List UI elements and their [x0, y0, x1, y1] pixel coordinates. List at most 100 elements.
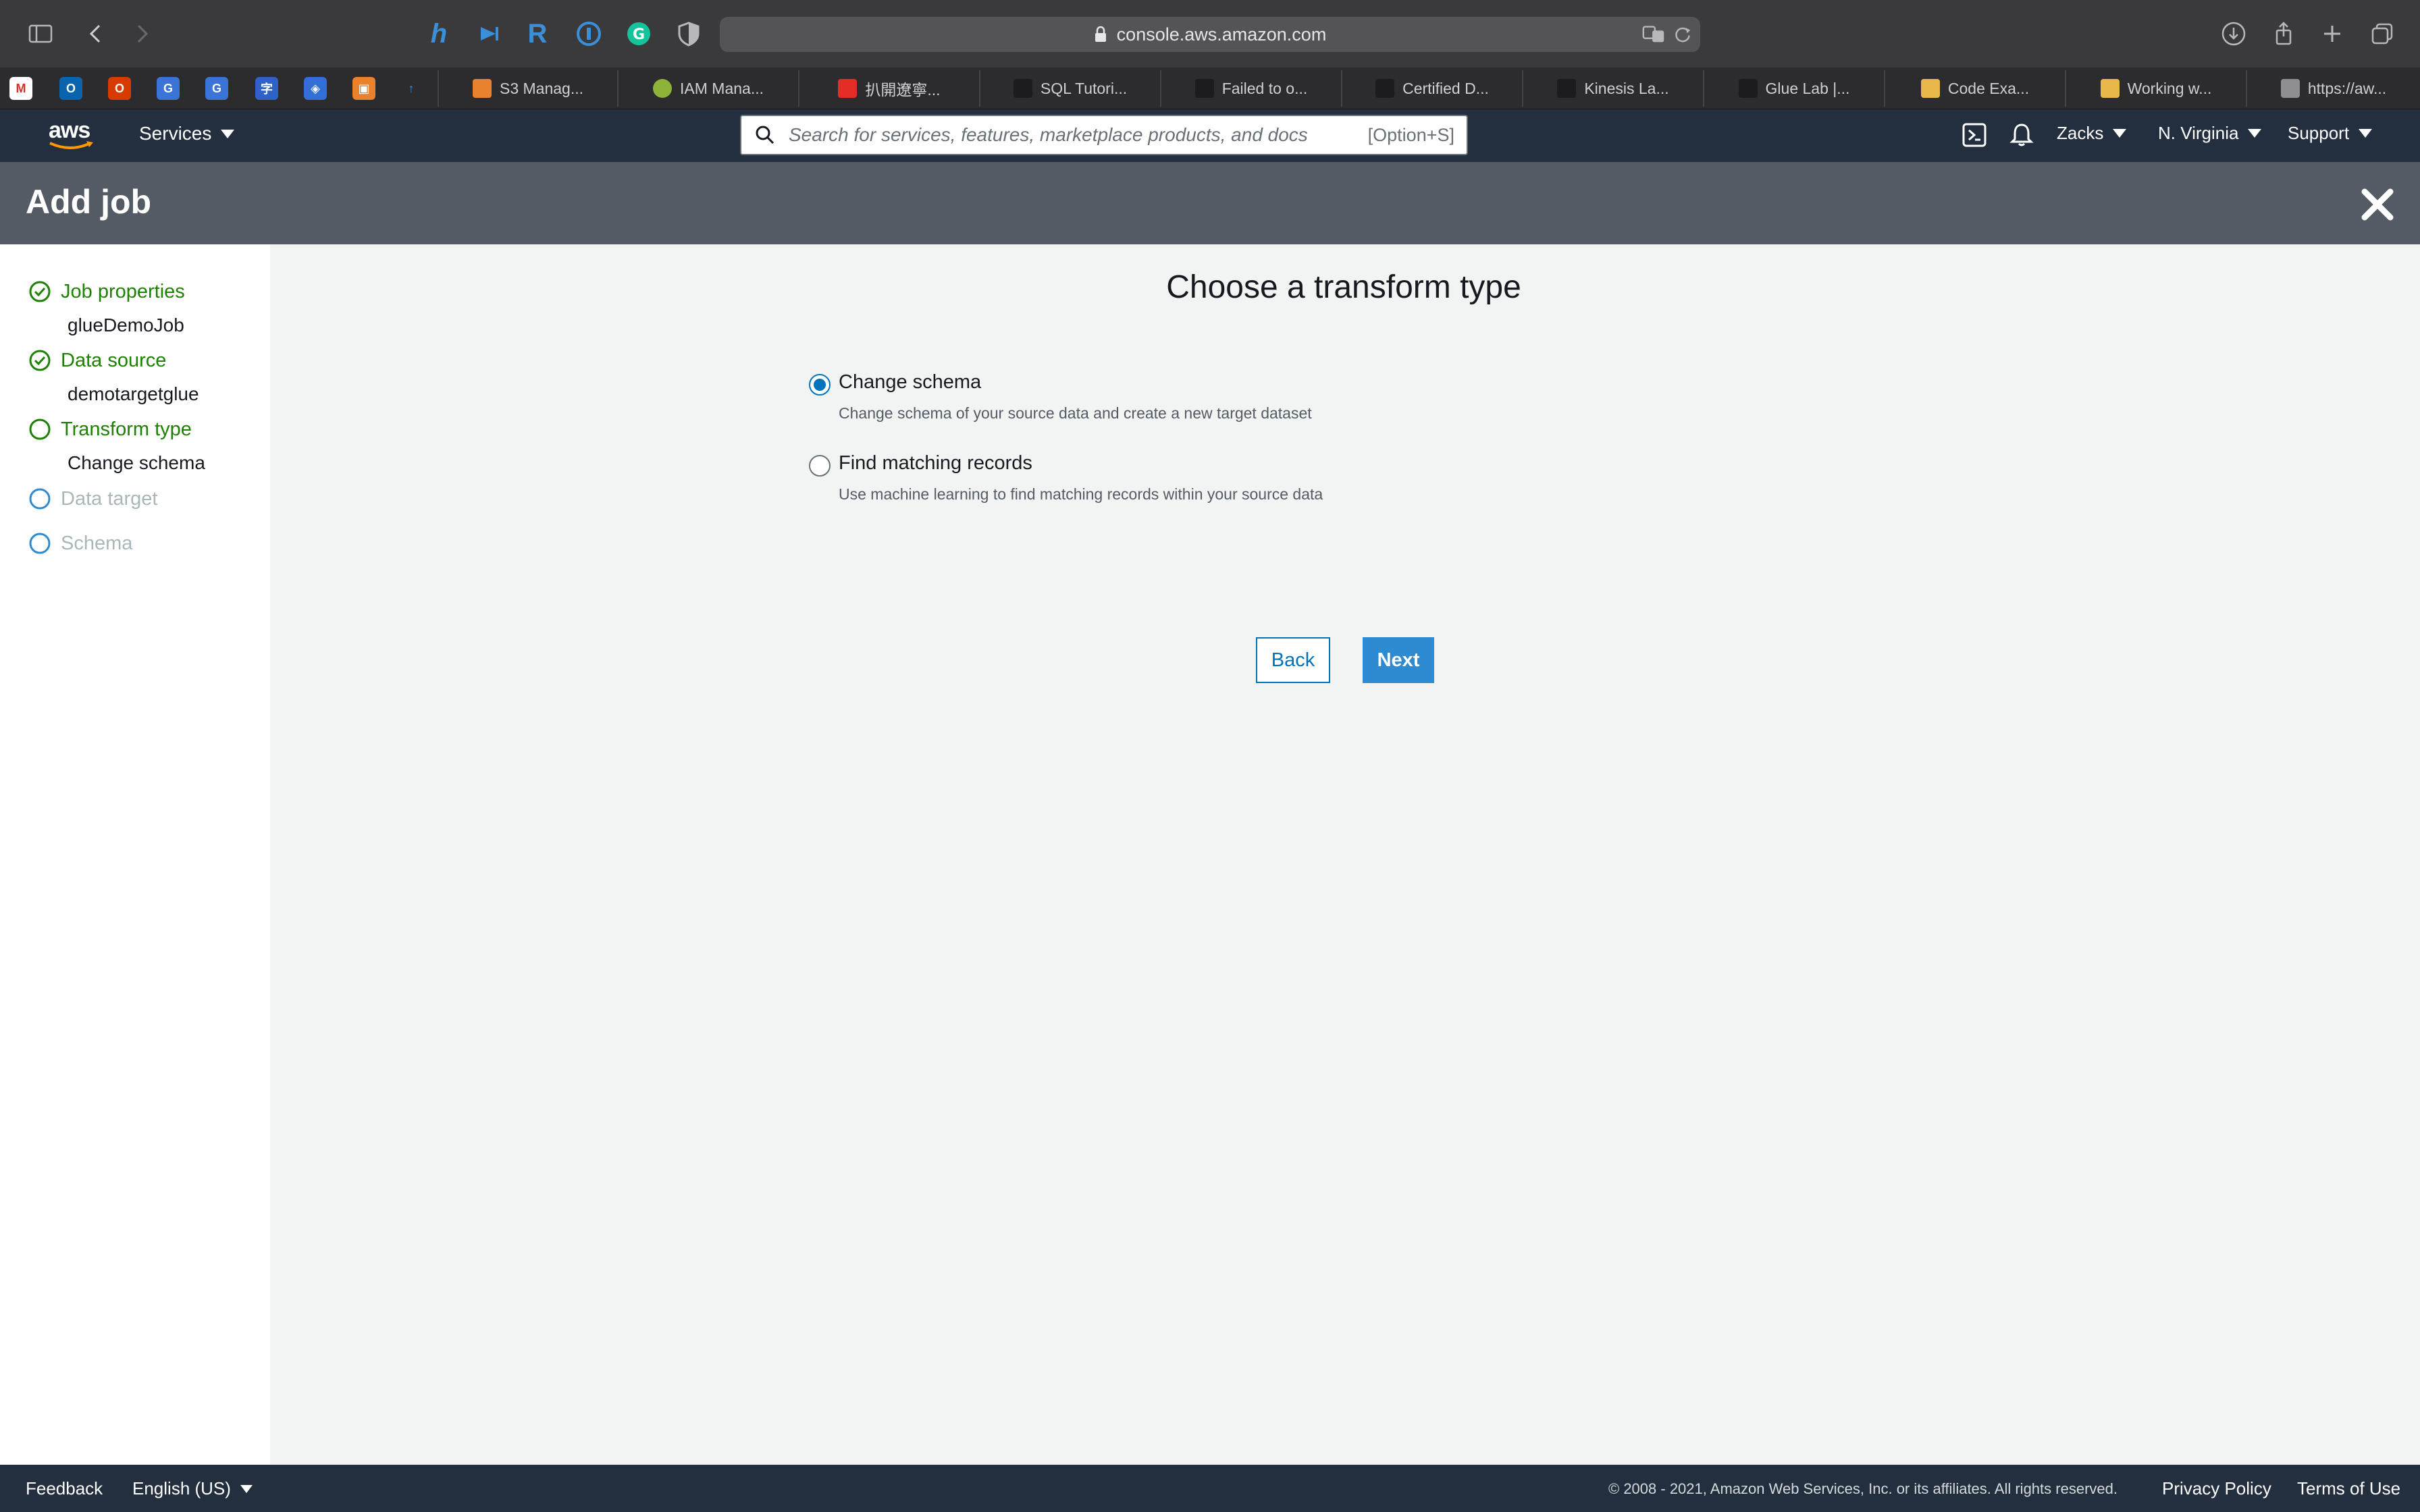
circle-icon [29, 488, 51, 510]
option-change-schema[interactable]: Change schema Change schema of your sour… [809, 371, 1312, 423]
account-menu[interactable]: Zacks [2057, 123, 2127, 144]
honey-extension-icon[interactable]: h [421, 16, 456, 51]
wizard-steps-sidebar: Job properties glueDemoJob Data source d… [0, 244, 270, 1465]
sidebar-toggle-icon[interactable] [22, 15, 59, 53]
sql-favicon-icon [1013, 79, 1032, 98]
step-label: Job properties [61, 280, 185, 302]
tab-label: IAM Mana... [680, 79, 764, 97]
forward-arrow-icon[interactable] [123, 15, 161, 53]
step-label: Data source [61, 349, 167, 371]
search-placeholder: Search for services, features, marketpla… [789, 124, 1308, 145]
new-tab-icon[interactable] [2313, 15, 2351, 53]
privacy-policy-link[interactable]: Privacy Policy [2162, 1478, 2271, 1499]
url-text: console.aws.amazon.com [1116, 24, 1327, 45]
tab-certified[interactable]: Certified D... [1341, 70, 1522, 107]
page-title: Add job [26, 183, 152, 221]
language-selector[interactable]: English (US) [132, 1478, 253, 1499]
step-value: demotargetglue [68, 383, 199, 404]
caret-down-icon [2359, 129, 2373, 138]
dictionary-icon[interactable]: 字 [255, 77, 278, 100]
option-label: Change schema [839, 371, 982, 393]
tab-s3[interactable]: S3 Manag... [438, 70, 617, 107]
circle-icon [29, 533, 51, 554]
tab-label: 扒開遼寧... [865, 81, 941, 99]
shield-icon[interactable] [671, 16, 706, 51]
outlook-icon[interactable]: O [59, 77, 82, 100]
language-label: English (US) [132, 1478, 231, 1498]
aws-top-nav: aws Services Search for services, featur… [0, 109, 2420, 162]
browser-toolbar: h R G console.aws.amazon.com [0, 0, 2420, 68]
tab-label: Glue Lab |... [1765, 79, 1850, 97]
terms-of-use-link[interactable]: Terms of Use [2297, 1478, 2400, 1499]
search-shortcut: [Option+S] [1367, 124, 1454, 145]
find-matching-records-radio[interactable] [809, 455, 831, 477]
support-menu[interactable]: Support [2288, 123, 2373, 144]
step-value: Change schema [68, 452, 205, 473]
tab-label: https://aw... [2307, 79, 2387, 97]
gmail-icon[interactable]: M [9, 77, 32, 100]
region-menu[interactable]: N. Virginia [2158, 123, 2262, 144]
account-name: Zacks [2057, 123, 2104, 143]
step-label: Transform type [61, 418, 192, 440]
generic-favicon-icon [2280, 79, 2300, 98]
r-extension-icon[interactable]: R [520, 16, 555, 51]
tab-iam[interactable]: IAM Mana... [617, 70, 798, 107]
services-menu[interactable]: Services [139, 123, 235, 144]
step-data-target: Data target [28, 487, 157, 510]
step-value: glueDemoJob [68, 315, 184, 335]
tab-glue-lab[interactable]: Glue Lab |... [1703, 70, 1884, 107]
back-button[interactable]: Back [1256, 637, 1330, 683]
next-button[interactable]: Next [1363, 637, 1434, 683]
tab-label: Certified D... [1402, 79, 1489, 97]
translate-bookmark-2-icon[interactable]: G [205, 77, 228, 100]
iam-favicon-icon [653, 79, 672, 98]
docs-favicon-icon [2100, 79, 2120, 98]
back-arrow-icon[interactable] [77, 15, 115, 53]
tab-code-examples[interactable]: Code Exa... [1884, 70, 2065, 107]
caret-down-icon [221, 129, 235, 138]
page-favicon-icon [1375, 79, 1395, 98]
reload-icon[interactable] [1672, 18, 1693, 51]
option-label: Find matching records [839, 452, 1032, 474]
s3-favicon-icon [472, 79, 492, 98]
cloudshell-icon[interactable] [1961, 122, 1988, 148]
address-bar[interactable]: console.aws.amazon.com [720, 17, 1700, 52]
tab-overview-icon[interactable] [2363, 15, 2401, 53]
close-icon[interactable] [2359, 186, 2396, 223]
region-label: N. Virginia [2158, 123, 2239, 143]
tab-failed[interactable]: Failed to o... [1160, 70, 1341, 107]
option-find-matching-records[interactable]: Find matching records Use machine learni… [809, 452, 1323, 504]
aws-box-icon[interactable]: ▣ [352, 77, 375, 100]
page-favicon-icon [1194, 79, 1214, 98]
arrow-up-icon[interactable]: ↑ [400, 77, 423, 100]
media-extension-icon[interactable] [471, 16, 506, 51]
share-icon[interactable] [2265, 15, 2303, 53]
office-icon[interactable]: O [108, 77, 131, 100]
section-heading: Choose a transform type [1166, 269, 1521, 305]
password-extension-icon[interactable] [571, 16, 606, 51]
tab-youtube[interactable]: 扒開遼寧... [798, 70, 979, 107]
translate-icon[interactable] [1641, 18, 1666, 51]
step-label: Schema [61, 532, 133, 554]
search-icon [756, 126, 774, 144]
tab-https-aws[interactable]: https://aw... [2246, 70, 2420, 107]
circle-icon [29, 418, 51, 440]
page-header: Add job [0, 162, 2420, 244]
notification-bell-icon[interactable] [2008, 122, 2035, 148]
step-label: Data target [61, 487, 158, 510]
step-job-properties[interactable]: Job properties [28, 280, 185, 303]
tab-sql[interactable]: SQL Tutori... [979, 70, 1160, 107]
step-transform-type[interactable]: Transform type [28, 418, 192, 441]
search-bar[interactable]: Search for services, features, marketpla… [740, 115, 1468, 155]
tab-kinesis[interactable]: Kinesis La... [1522, 70, 1703, 107]
tab-working-with[interactable]: Working w... [2065, 70, 2246, 107]
copyright-text: © 2008 - 2021, Amazon Web Services, Inc.… [1608, 1480, 2118, 1497]
web-app-icon[interactable]: ◈ [304, 77, 327, 100]
feedback-link[interactable]: Feedback [26, 1478, 103, 1499]
change-schema-radio[interactable] [809, 374, 831, 396]
step-data-source[interactable]: Data source [28, 349, 166, 372]
grammarly-icon[interactable]: G [621, 16, 656, 51]
translate-bookmark-icon[interactable]: G [157, 77, 180, 100]
downloads-icon[interactable] [2215, 15, 2253, 53]
aws-logo[interactable]: aws [47, 117, 96, 154]
